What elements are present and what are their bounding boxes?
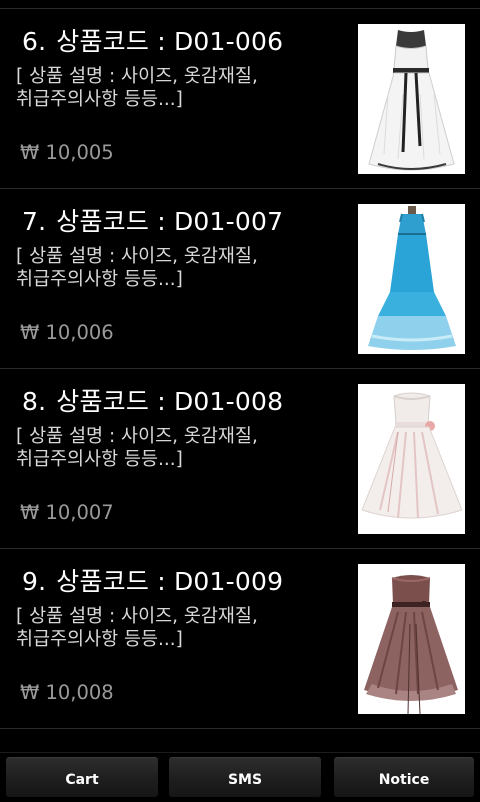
list-item[interactable]: 8. 상품코드 : D01-008 [ 상품 설명 : 사이즈, 옷감재질, 취급…	[0, 369, 480, 549]
product-image[interactable]	[358, 564, 465, 714]
pink-dress-image	[358, 384, 465, 534]
notice-button[interactable]: Notice	[334, 757, 474, 797]
brown-dress-image	[358, 564, 465, 714]
product-description-line: 취급주의사항 등등...]	[16, 449, 183, 470]
product-price: ₩ 10,008	[20, 681, 114, 704]
product-code: 상품코드 : D01-007	[56, 207, 284, 236]
white-dress-image	[358, 24, 465, 174]
product-description-line: [ 상품 설명 : 사이즈, 옷감재질,	[16, 606, 258, 627]
product-price: ₩ 10,007	[20, 501, 114, 524]
list-item[interactable]: 7. 상품코드 : D01-007 [ 상품 설명 : 사이즈, 옷감재질, 취급…	[0, 189, 480, 369]
product-number: 8.	[22, 387, 47, 416]
product-description-line: [ 상품 설명 : 사이즈, 옷감재질,	[16, 66, 258, 87]
product-title: 6. 상품코드 : D01-006	[22, 25, 283, 59]
product-description-line: 취급주의사항 등등...]	[16, 89, 183, 110]
product-number: 9.	[22, 567, 47, 596]
bottom-bar: Cart SMS Notice	[0, 752, 480, 801]
product-code: 상품코드 : D01-009	[56, 567, 284, 596]
product-description: [ 상품 설명 : 사이즈, 옷감재질, 취급주의사항 등등...]	[16, 425, 316, 471]
product-description-line: [ 상품 설명 : 사이즈, 옷감재질,	[16, 246, 258, 267]
product-price: ₩ 10,005	[20, 141, 114, 164]
product-description: [ 상품 설명 : 사이즈, 옷감재질, 취급주의사항 등등...]	[16, 245, 316, 291]
product-title: 7. 상품코드 : D01-007	[22, 205, 283, 239]
list-item[interactable]: 6. 상품코드 : D01-006 [ 상품 설명 : 사이즈, 옷감재질, 취급…	[0, 9, 480, 189]
list-item[interactable]: 9. 상품코드 : D01-009 [ 상품 설명 : 사이즈, 옷감재질, 취급…	[0, 549, 480, 729]
product-number: 7.	[22, 207, 47, 236]
product-price: ₩ 10,006	[20, 321, 114, 344]
product-description-line: 취급주의사항 등등...]	[16, 629, 183, 650]
product-number: 6.	[22, 27, 47, 56]
product-title: 9. 상품코드 : D01-009	[22, 565, 283, 599]
product-title: 8. 상품코드 : D01-008	[22, 385, 283, 419]
product-code: 상품코드 : D01-008	[56, 387, 284, 416]
blue-dress-image	[358, 204, 465, 354]
product-description: [ 상품 설명 : 사이즈, 옷감재질, 취급주의사항 등등...]	[16, 605, 316, 651]
product-list: 6. 상품코드 : D01-006 [ 상품 설명 : 사이즈, 옷감재질, 취급…	[0, 9, 480, 729]
cart-button[interactable]: Cart	[6, 757, 158, 797]
product-code: 상품코드 : D01-006	[56, 27, 284, 56]
product-image[interactable]	[358, 24, 465, 174]
sms-button[interactable]: SMS	[169, 757, 321, 797]
product-image[interactable]	[358, 204, 465, 354]
product-description-line: [ 상품 설명 : 사이즈, 옷감재질,	[16, 426, 258, 447]
product-description-line: 취급주의사항 등등...]	[16, 269, 183, 290]
product-image[interactable]	[358, 384, 465, 534]
product-description: [ 상품 설명 : 사이즈, 옷감재질, 취급주의사항 등등...]	[16, 65, 316, 111]
